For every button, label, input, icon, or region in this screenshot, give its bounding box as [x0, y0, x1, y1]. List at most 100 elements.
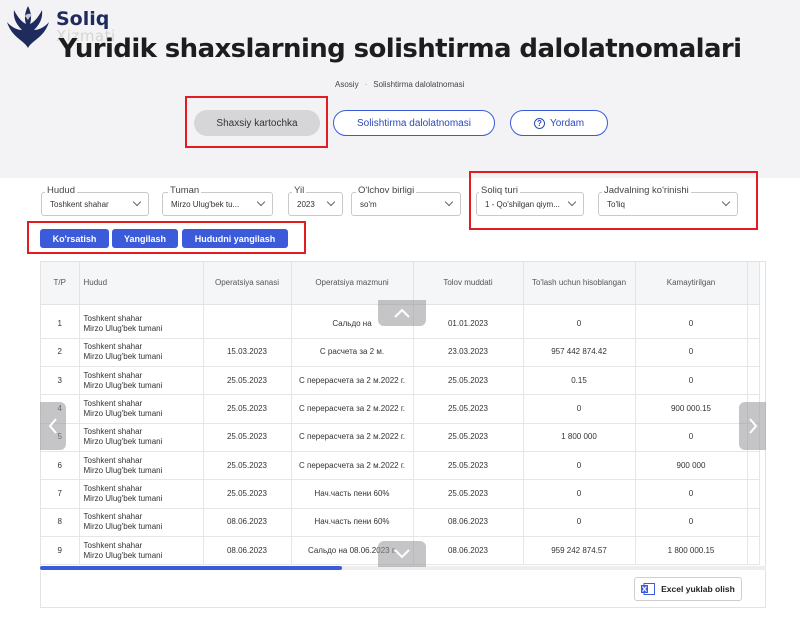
row-region-city: Toshkent shahar: [83, 483, 143, 493]
row-region: Toshkent shahar Mirzo Ulug'bek tumani: [79, 451, 204, 481]
row-region-district: Mirzo Ulug'bek tumani: [83, 323, 163, 333]
region-select-value: Toshkent shahar: [50, 199, 109, 209]
row-region-city: Toshkent shahar: [83, 455, 143, 465]
header-operation-date: Operatsiya sanasi: [203, 262, 292, 305]
row-calculated: 957 442 874.42: [523, 338, 636, 368]
row-due-date: 08.06.2023: [413, 536, 524, 566]
row-operation-date: 25.05.2023: [203, 451, 292, 481]
row-operation-content: С перерасчета за 2 м.2022 г.: [291, 451, 414, 481]
header-area: [0, 0, 800, 178]
header-operation-content: Operatsiya mazmuni: [291, 262, 414, 305]
row-region-district: Mirzo Ulug'bek tumani: [83, 380, 163, 390]
chevron-right-icon: [748, 418, 757, 434]
reconciliation-act-button[interactable]: Solishtirma dalolatnomasi: [333, 110, 495, 136]
row-reduced: 0: [635, 423, 748, 452]
row-reduced: 0: [635, 366, 748, 396]
row-operation-date: 15.03.2023: [203, 338, 292, 368]
header-tp: T/P: [41, 262, 80, 305]
row-region-district: Mirzo Ulug'bek tumani: [83, 522, 163, 532]
row-calculated: 959 242 874.57: [523, 536, 636, 566]
row-operation-date: 25.05.2023: [203, 479, 292, 509]
scroll-up-button[interactable]: [378, 300, 426, 326]
table-row: 4Toshkent shaharMirzo Ulug'bek tumani25.…: [41, 394, 760, 424]
row-reduced: 0: [635, 508, 748, 537]
row-due-date: 25.05.2023: [413, 366, 524, 396]
row-region-district: Mirzo Ulug'bek tumani: [83, 550, 163, 560]
scroll-right-button[interactable]: [739, 402, 766, 450]
help-button-label: Yordam: [549, 117, 585, 129]
row-operation-date: 08.06.2023: [203, 536, 292, 566]
row-calculated: 0: [523, 394, 636, 424]
unit-label: O'lchov birligi: [356, 185, 417, 196]
header-region: Hudud: [79, 262, 204, 305]
row-region-district: Mirzo Ulug'bek tumani: [83, 437, 163, 447]
row-region-district: Mirzo Ulug'bek tumani: [83, 493, 163, 503]
row-operation-date: [203, 310, 292, 339]
row-operation-content: С расчета за 2 м.: [291, 338, 414, 368]
logo-line1: Soliq: [56, 8, 110, 30]
row-calculated: 0: [523, 310, 636, 339]
excel-file-icon: [641, 583, 656, 595]
chevron-up-icon: [394, 308, 410, 318]
row-region-city: Toshkent shahar: [83, 342, 143, 352]
unit-select-value: so'm: [360, 199, 377, 209]
row-region-city: Toshkent shahar: [83, 370, 143, 380]
row-operation-content: Нач.часть пени 60%: [291, 479, 414, 509]
header-due-date: Tolov muddati: [413, 262, 524, 305]
refresh-region-button[interactable]: Hududni yangilash: [182, 229, 288, 248]
chevron-down-icon: [326, 197, 336, 207]
table-row: 3 Toshkent shahar Mirzo Ulug'bek tumani 25.…: [41, 366, 760, 396]
row-region-district: Mirzo Ulug'bek tumani: [83, 465, 163, 475]
row-region: Toshkent shahar Mirzo Ulug'bek tumani: [79, 310, 204, 339]
row-number: 2: [41, 338, 80, 368]
row-operation-content: С перерасчета за 2 м.2022 г.: [291, 366, 414, 396]
chevron-down-icon: [256, 197, 266, 207]
row-region-city: Toshkent shahar: [83, 427, 143, 437]
row-region-city: Toshkent shahar: [83, 540, 143, 550]
show-button[interactable]: Ko'rsatish: [40, 229, 109, 248]
row-number: 6: [41, 451, 80, 481]
breadcrumb-home[interactable]: Asosiy: [335, 80, 359, 89]
breadcrumb: Asosiy · Solishtirma dalolatnomasi: [335, 80, 464, 89]
row-reduced: 900 000.15: [635, 394, 748, 424]
district-select-value: Mirzo Ulug'bek tu...: [171, 199, 240, 209]
row-reduced: 0: [635, 338, 748, 368]
chevron-down-icon: [444, 197, 454, 207]
row-region-city: Toshkent shahar: [83, 313, 143, 323]
row-calculated: 1 800 000: [523, 423, 636, 452]
row-calculated: 0.15: [523, 366, 636, 396]
scroll-down-button[interactable]: [378, 541, 426, 567]
row-region-district: Mirzo Ulug'bek tumani: [83, 409, 163, 419]
row-region: Toshkent shahar Mirzo Ulug'bek tumani: [79, 394, 204, 424]
row-reduced: 0: [635, 479, 748, 509]
row-due-date: 25.05.2023: [413, 423, 524, 452]
region-label: Hudud: [45, 185, 77, 196]
row-calculated: 0: [523, 479, 636, 509]
table-row: 8 Toshkent shahar Mirzo Ulug'bek tumani 08.…: [41, 508, 760, 537]
row-reduced: 900 000: [635, 451, 748, 481]
row-region: Toshkent shahar Mirzo Ulug'bek tumani: [79, 338, 204, 368]
row-calculated: 0: [523, 451, 636, 481]
row-due-date: 23.03.2023: [413, 338, 524, 368]
scrollbar-thumb[interactable]: [40, 566, 342, 570]
excel-download-button[interactable]: Excel yuklab olish: [634, 577, 742, 601]
district-label: Tuman: [168, 185, 202, 196]
page-title: Yuridik shaxslarning solishtirma dalolat…: [58, 34, 743, 64]
year-select-value: 2023: [297, 199, 315, 209]
table-row: 6 Toshkent shahar Mirzo Ulug'bek tumani 25.…: [41, 451, 760, 481]
row-region-city: Toshkent shahar: [83, 512, 143, 522]
row-region: Toshkent shahar Mirzo Ulug'bek tumani: [79, 423, 204, 452]
row-due-date: 25.05.2023: [413, 479, 524, 509]
scroll-left-button[interactable]: [40, 402, 66, 450]
refresh-button[interactable]: Yangilash: [112, 229, 178, 248]
row-operation-date: 25.05.2023: [203, 366, 292, 396]
row-operation-date: 25.05.2023: [203, 394, 292, 424]
help-button[interactable]: ? Yordam: [510, 110, 608, 136]
row-operation-content: С перерасчета за 2 м.2022 г.: [291, 394, 414, 424]
table-row: 2 Toshkent shahar Mirzo Ulug'bek tumani 15.…: [41, 338, 760, 368]
year-label: Yil: [292, 185, 307, 196]
header-reduced: Kamaytirilgan: [635, 262, 748, 305]
row-region: Toshkent shahar Mirzo Ulug'bek tumani: [79, 508, 204, 537]
table-view-select-value: To'liq: [607, 199, 625, 209]
row-reduced: 1 800 000.15: [635, 536, 748, 566]
